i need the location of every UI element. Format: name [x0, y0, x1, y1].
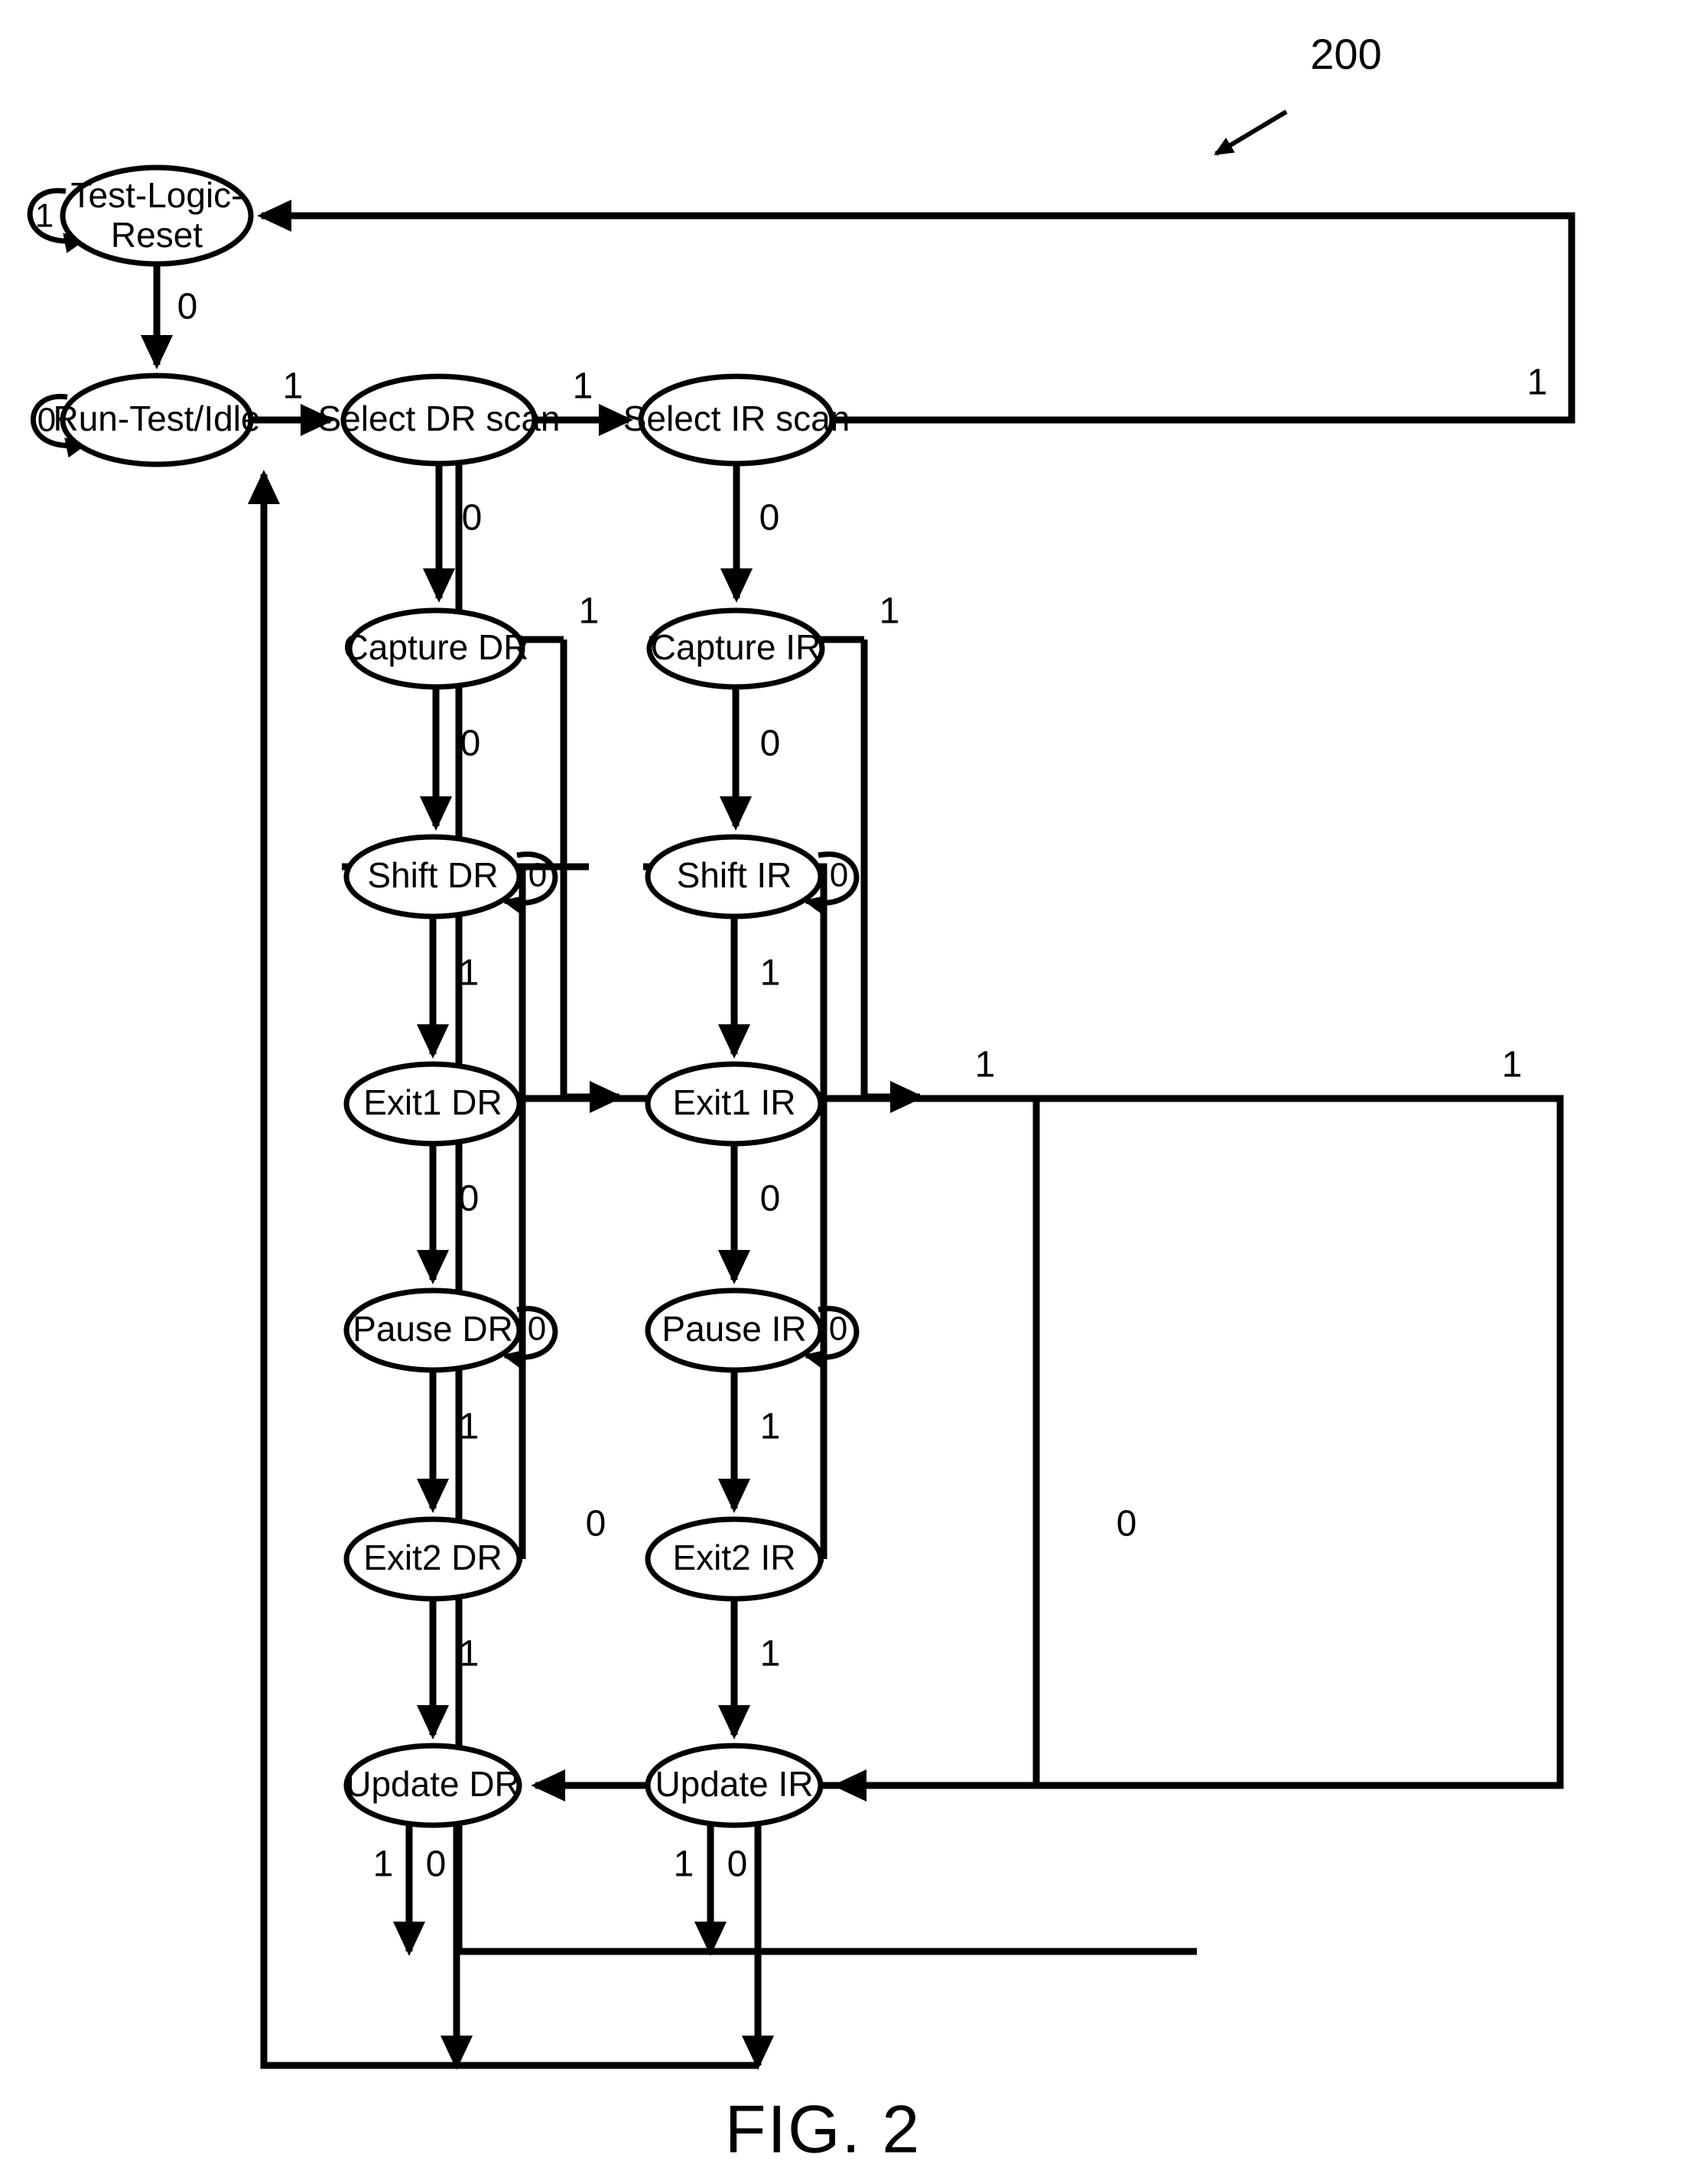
- figure-page: Test-Logic- Reset Run-Test/Idle Select D…: [0, 0, 1681, 2184]
- edge-label-capir-to-shiftir: 0: [760, 724, 781, 764]
- state-node-shift-ir[interactable]: Shift IR: [645, 834, 824, 919]
- state-label-exit1-dr: Exit1 DR: [363, 1082, 502, 1122]
- edge-label-tlr-to-rti: 0: [177, 287, 198, 327]
- edge-label-exit1ir-to-pauseir: 0: [760, 1179, 781, 1219]
- state-label-capture-ir: Capture IR: [651, 627, 821, 667]
- state-node-run-test-idle[interactable]: Run-Test/Idle: [53, 373, 261, 467]
- state-node-pause-ir[interactable]: Pause IR: [645, 1287, 824, 1373]
- edge-label-exit1dr-to-pausedr: 0: [459, 1179, 480, 1219]
- state-node-select-dr-scan[interactable]: Select DR scan: [317, 373, 561, 467]
- state-label-exit2-dr: Exit2 DR: [363, 1538, 502, 1577]
- figure-caption: FIG. 2: [725, 2091, 922, 2166]
- edge-label-shiftir-to-exit1ir: 1: [760, 953, 781, 994]
- state-node-update-ir[interactable]: Update IR: [645, 1743, 824, 1828]
- edge-label-exit1dr-to-updatedr: 1: [975, 1045, 996, 1085]
- state-node-exit2-ir[interactable]: Exit2 IR: [645, 1516, 824, 1602]
- edge-label-capdr-to-shiftdr: 0: [460, 724, 481, 764]
- state-node-exit1-dr[interactable]: Exit1 DR: [343, 1061, 522, 1147]
- edge-label-rti-self: 0: [37, 402, 56, 439]
- state-node-capture-dr[interactable]: Capture DR: [343, 607, 529, 690]
- state-label-update-ir: Update IR: [655, 1764, 813, 1804]
- edge-label-seldr-to-selir: 1: [573, 366, 593, 407]
- state-diagram-canvas: Test-Logic- Reset Run-Test/Idle Select D…: [27, 30, 1575, 2166]
- reference-leader-200: [1214, 109, 1288, 156]
- edge-label-pausedr-self: 0: [528, 1310, 546, 1348]
- state-node-capture-ir[interactable]: Capture IR: [646, 607, 825, 690]
- edge-label-tlr-self: 1: [35, 197, 54, 235]
- edge-label-updateir-one: 1: [674, 1844, 694, 1885]
- edge-label-updateir-zero: 0: [727, 1844, 748, 1885]
- state-label-select-dr-scan: Select DR scan: [317, 399, 560, 438]
- edge-label-shiftdr-to-exit1dr: 1: [459, 953, 480, 994]
- state-label-test-logic-reset-line1: Test-Logic-: [71, 175, 243, 215]
- bus-update-one: [455, 428, 1197, 1955]
- edge-label-capir-to-exit1ir: 1: [880, 591, 900, 632]
- edge-label-exit1ir-to-updateir: 1: [1502, 1045, 1523, 1085]
- edge-label-exit2dr-to-updatedr: 1: [459, 1634, 480, 1675]
- state-node-exit1-ir[interactable]: Exit1 IR: [645, 1061, 824, 1147]
- state-label-exit2-ir: Exit2 IR: [672, 1538, 795, 1577]
- edge-label-updatedr-zero: 0: [426, 1844, 447, 1885]
- state-label-shift-ir: Shift IR: [677, 855, 792, 895]
- state-label-select-ir-scan: Select IR scan: [623, 399, 850, 438]
- state-label-capture-dr: Capture DR: [343, 627, 529, 667]
- edge-label-pausedr-to-exit2dr: 1: [459, 1407, 480, 1447]
- state-node-shift-dr[interactable]: Shift DR: [343, 834, 522, 919]
- state-label-shift-dr: Shift DR: [367, 855, 498, 895]
- edge-label-exit2ir-to-updateir: 1: [760, 1634, 781, 1675]
- state-node-select-ir-scan[interactable]: Select IR scan: [623, 373, 850, 467]
- edge-label-shiftir-self: 0: [830, 857, 848, 894]
- state-node-test-logic-reset[interactable]: Test-Logic- Reset: [60, 164, 254, 267]
- state-label-test-logic-reset-line2: Reset: [111, 215, 203, 255]
- state-label-exit1-ir: Exit1 IR: [672, 1082, 795, 1122]
- state-label-update-dr: Update DR: [346, 1764, 520, 1804]
- edge-label-selir-to-capir: 0: [759, 498, 780, 539]
- state-node-update-dr[interactable]: Update DR: [343, 1743, 522, 1828]
- reference-number-200: 200: [1310, 30, 1381, 78]
- bus-update-zero: [247, 470, 758, 2069]
- edge-label-shiftdr-self: 0: [528, 857, 547, 894]
- edge-label-pauseir-to-exit2ir: 1: [760, 1407, 781, 1447]
- state-label-pause-ir: Pause IR: [662, 1309, 806, 1349]
- state-node-pause-dr[interactable]: Pause DR: [343, 1287, 522, 1373]
- edge-exit1ir-to-updateir: [818, 1095, 1564, 1802]
- edge-label-pauseir-self: 0: [829, 1310, 847, 1348]
- state-label-run-test-idle: Run-Test/Idle: [53, 399, 260, 438]
- edge-label-updatedr-one: 1: [373, 1844, 394, 1885]
- edge-label-selir-to-tlr: 1: [1527, 363, 1548, 403]
- edge-label-exit2ir-to-shiftir: 0: [1117, 1504, 1137, 1544]
- state-node-exit2-dr[interactable]: Exit2 DR: [343, 1516, 522, 1602]
- state-label-pause-dr: Pause DR: [353, 1309, 513, 1349]
- edge-label-seldr-to-capdr: 0: [462, 498, 483, 539]
- edge-label-capdr-to-exit1dr: 1: [579, 591, 600, 632]
- edge-label-exit2dr-to-shiftdr: 0: [586, 1504, 606, 1544]
- edge-label-rti-to-seldr: 1: [283, 366, 304, 407]
